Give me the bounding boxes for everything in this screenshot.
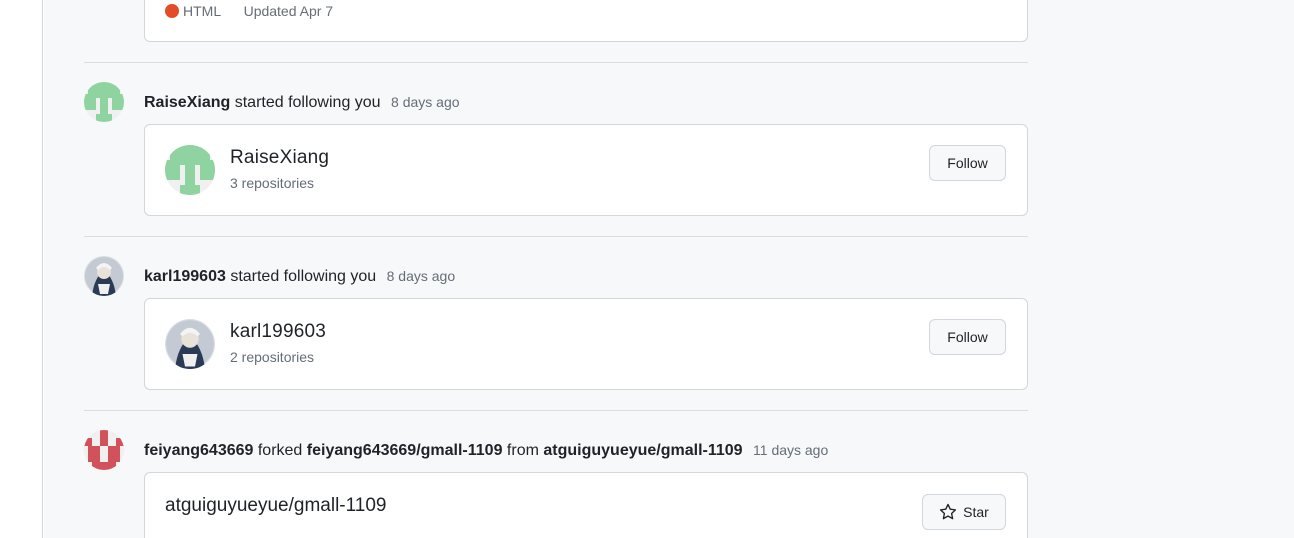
actor-avatar[interactable] [84,430,124,470]
divider [84,410,1028,411]
star-button[interactable]: Star [922,494,1006,530]
event-line: RaiseXiang started following you 8 days … [144,91,460,114]
user-card: RaiseXiang 3 repositories Follow [144,124,1028,216]
user-avatar[interactable] [165,145,215,195]
language-label: HTML [183,3,222,19]
repo-title-link[interactable]: atguiguyueyue/gmall-1109 [165,495,386,517]
repo-count: 2 repositories [230,349,315,365]
divider [84,236,1028,237]
divider [84,62,1028,63]
follow-button[interactable]: Follow [929,145,1006,181]
event-verb: started following you [230,268,377,285]
actor-avatar[interactable] [84,256,124,296]
event-line: feiyang643669 forked feiyang643669/gmall… [144,439,828,462]
profile-photo-icon [165,319,215,369]
repo-meta: HTML Updated Apr 7 [165,3,333,21]
language-color-dot [165,4,179,18]
star-label: Star [963,504,989,520]
user-card: karl199603 2 repositories Follow [144,298,1028,390]
follow-button[interactable]: Follow [929,319,1006,355]
user-name-link[interactable]: RaiseXiang [230,147,329,169]
source-repo-link[interactable]: atguiguyueyue/gmall-1109 [543,442,742,459]
repo-card: atguiguyueyue/gmall-1109 Star [144,472,1028,538]
repo-count: 3 repositories [230,175,315,191]
identicon-red-icon [84,430,124,470]
actor-link[interactable]: RaiseXiang [144,94,230,111]
actor-avatar[interactable] [84,82,124,122]
updated-label: Updated Apr 7 [243,3,334,19]
left-gutter [0,0,43,538]
forked-repo-link[interactable]: feiyang643669/gmall-1109 [307,442,503,459]
user-name-link[interactable]: karl199603 [230,321,326,343]
actor-link[interactable]: karl199603 [144,268,226,285]
event-time[interactable]: 8 days ago [391,94,460,110]
user-avatar[interactable] [165,319,215,369]
from-word: from [506,442,539,459]
event-time[interactable]: 11 days ago [753,442,828,458]
event-time[interactable]: 8 days ago [387,268,456,284]
star-icon [940,503,957,520]
identicon-green-icon [165,145,215,195]
identicon-green-icon [84,82,124,122]
event-verb: forked [257,442,303,459]
actor-link[interactable]: feiyang643669 [144,442,253,459]
event-line: karl199603 started following you 8 days … [144,265,455,288]
profile-photo-icon [84,256,124,296]
repo-card-partial: HTML Updated Apr 7 [144,0,1028,42]
event-verb: started following you [234,94,381,111]
